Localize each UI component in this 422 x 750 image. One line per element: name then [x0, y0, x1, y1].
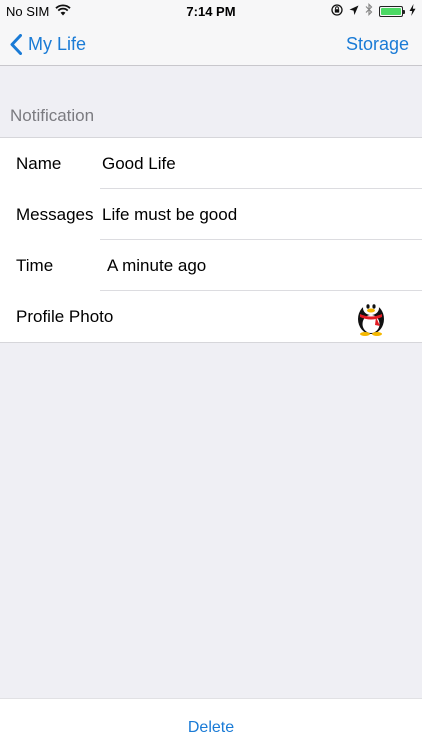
row-label: Time — [16, 255, 54, 275]
bottom-toolbar: Delete — [0, 698, 422, 750]
bluetooth-icon — [365, 3, 373, 19]
penguin-avatar-icon[interactable] — [354, 296, 388, 336]
row-value: Good Life — [102, 153, 176, 173]
notification-table: Name Good Life Messages Life must be goo… — [0, 137, 422, 343]
table-row-name[interactable]: Name Good Life — [0, 138, 422, 189]
delete-button[interactable]: Delete — [188, 713, 234, 737]
orientation-lock-icon — [331, 3, 343, 19]
status-right — [325, 3, 416, 19]
row-label: Profile Photo — [16, 306, 114, 326]
battery-icon — [379, 5, 405, 17]
table-row-profile-photo[interactable]: Profile Photo — [0, 291, 422, 342]
location-arrow-icon — [349, 4, 359, 19]
section-header: Notification — [10, 106, 95, 125]
table-row-messages[interactable]: Messages Life must be good — [0, 189, 422, 240]
storage-button[interactable]: Storage — [346, 22, 409, 66]
navigation-bar: My Life Storage — [0, 22, 422, 66]
row-label: Messages — [16, 204, 94, 224]
chevron-left-icon — [10, 33, 22, 55]
row-label: Name — [16, 153, 62, 173]
back-button-label: My Life — [28, 33, 87, 54]
charging-bolt-icon — [409, 3, 416, 19]
row-value: Life must be good — [102, 204, 238, 224]
back-button[interactable]: My Life — [10, 22, 86, 66]
table-row-time[interactable]: Time A minute ago — [0, 240, 422, 291]
row-value: A minute ago — [107, 255, 207, 275]
status-bar: No SIM 7:14 PM — [0, 0, 422, 22]
